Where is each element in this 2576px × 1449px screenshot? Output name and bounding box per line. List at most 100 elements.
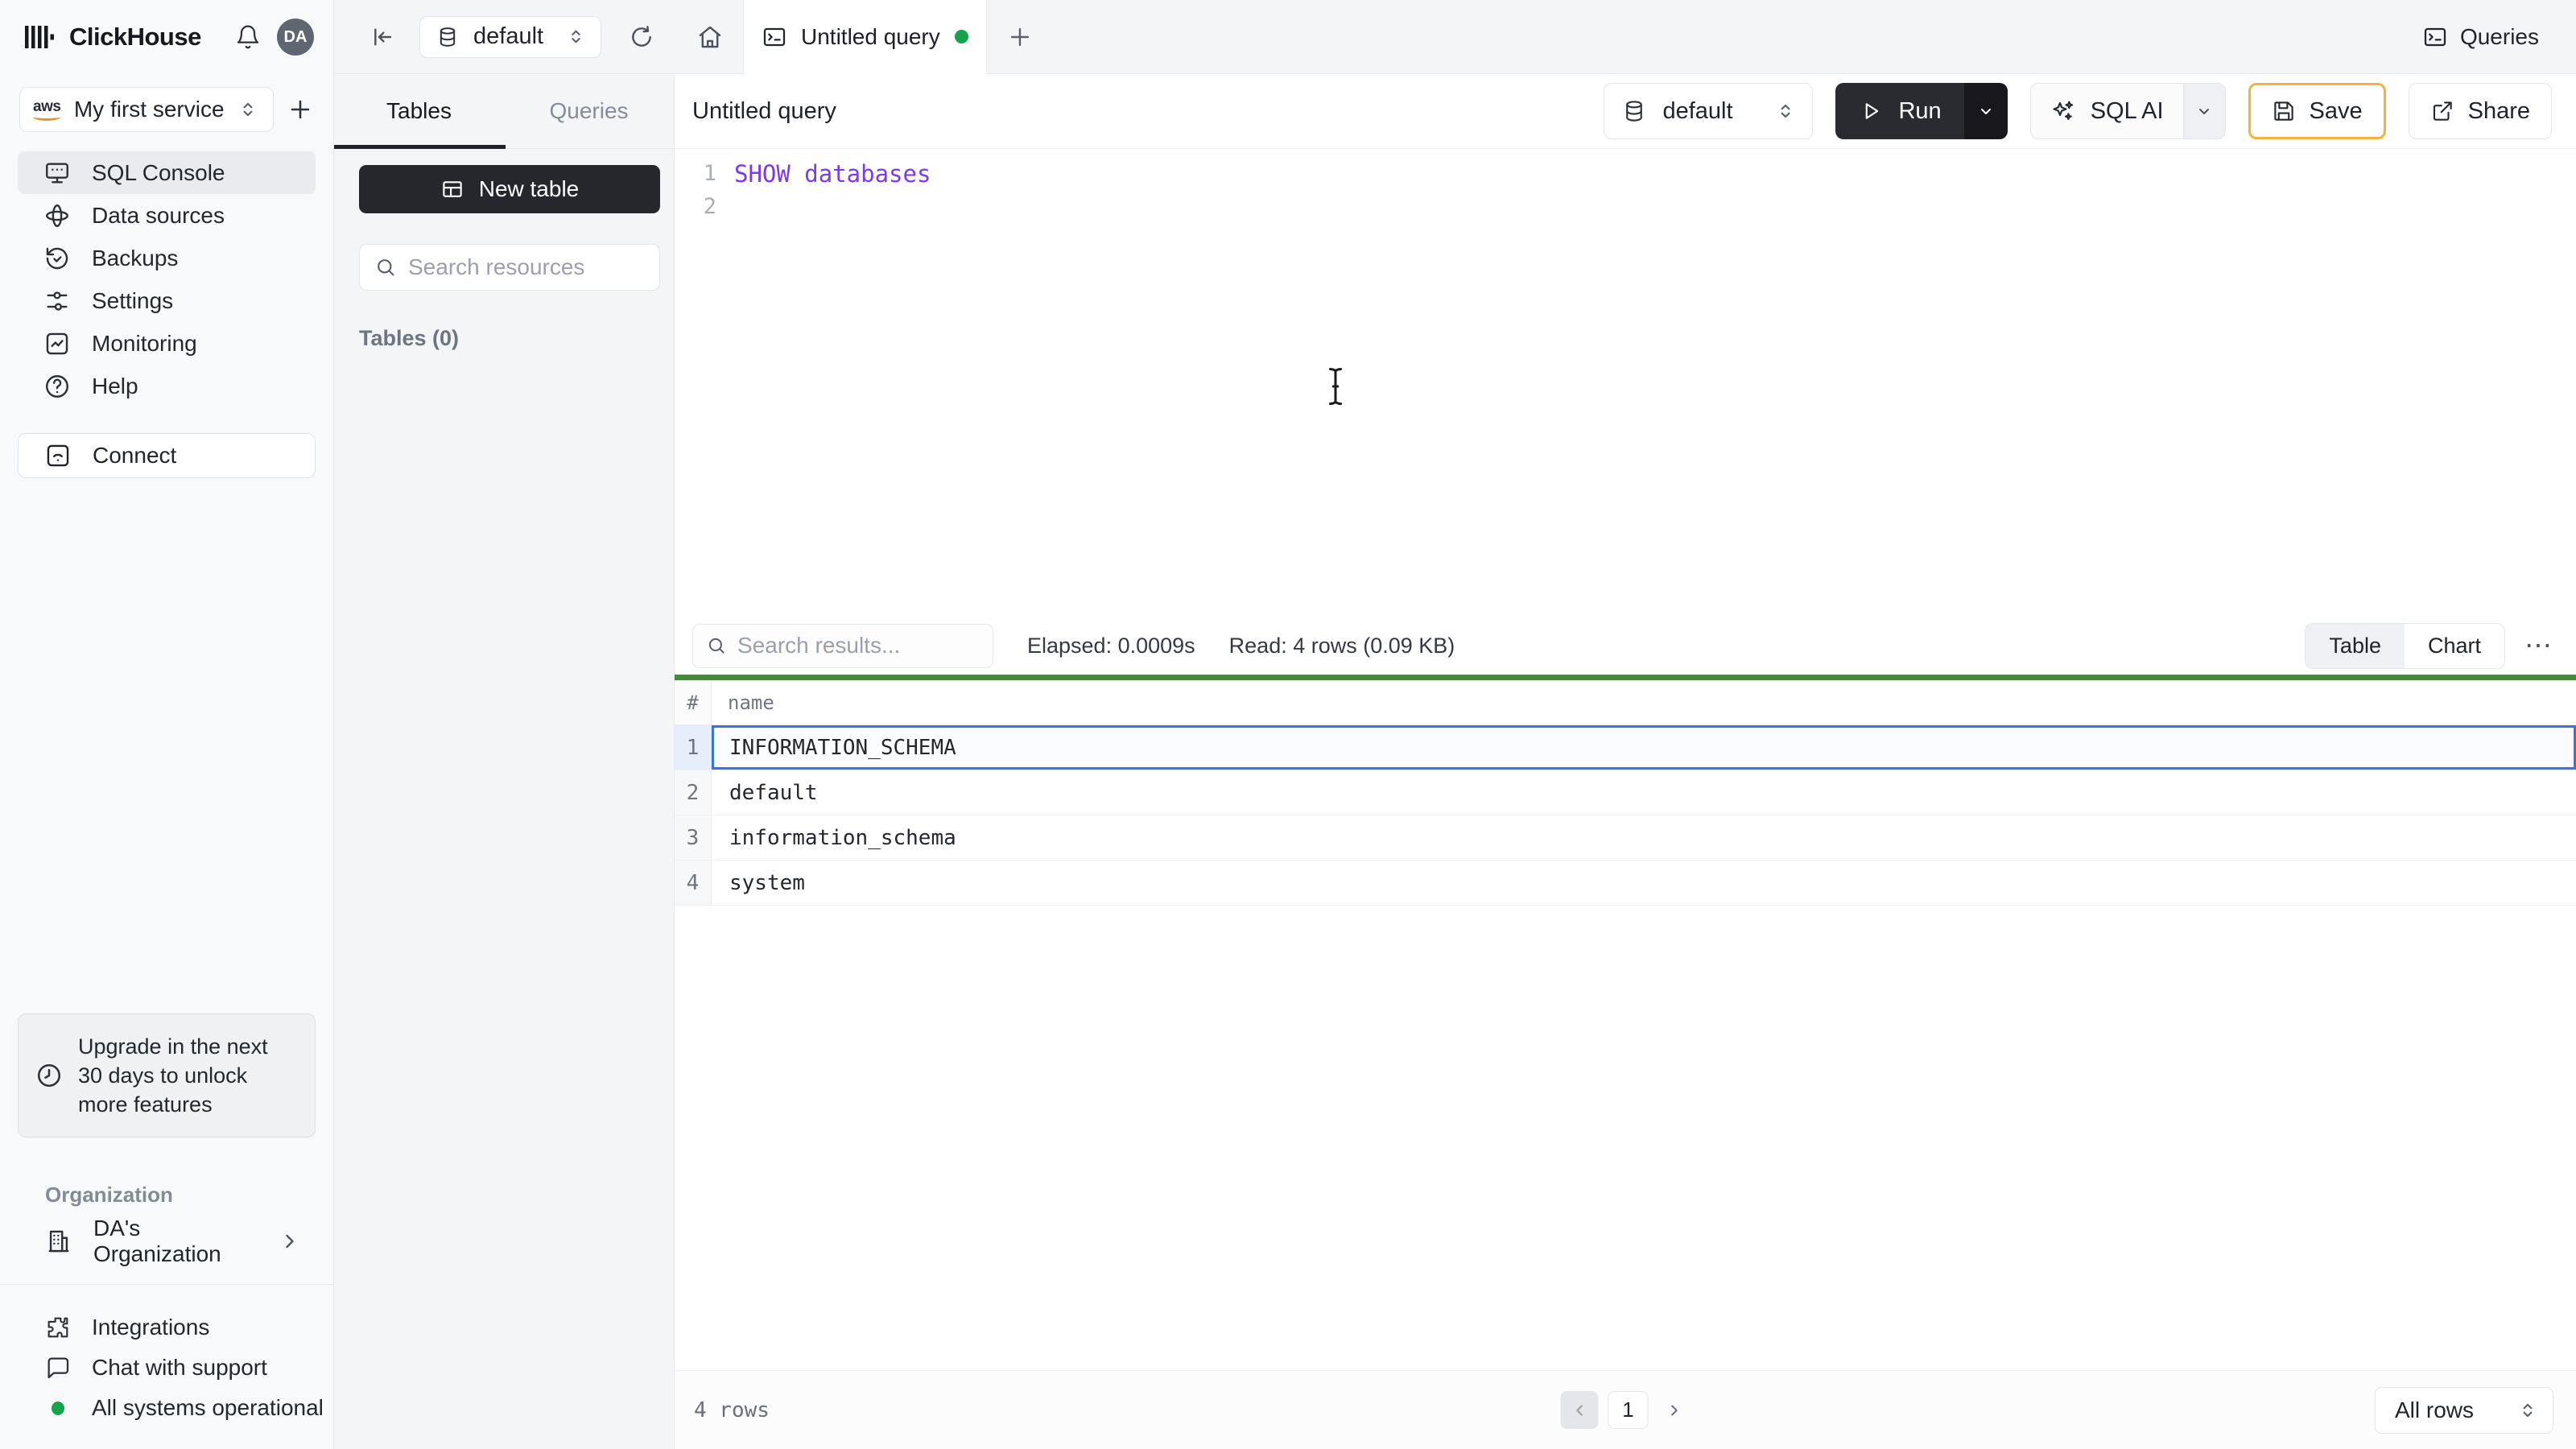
- row-value[interactable]: default: [712, 770, 2576, 815]
- sidebar-item-backups[interactable]: Backups: [18, 237, 316, 279]
- next-page-button[interactable]: [1658, 1391, 1690, 1429]
- refresh-icon[interactable]: [629, 24, 654, 50]
- save-button[interactable]: Save: [2248, 83, 2386, 139]
- add-service-button[interactable]: [287, 96, 314, 123]
- connect-label: Connect: [93, 443, 177, 468]
- system-status-link[interactable]: All systems operational: [0, 1388, 333, 1428]
- editor-line: 1 SHOW databases: [675, 157, 2576, 190]
- line-number: 1: [703, 161, 716, 186]
- resources-tabs: Tables Queries: [334, 74, 674, 149]
- elapsed-stat: Elapsed: 0.0009s: [1027, 633, 1195, 658]
- notifications-bell-icon[interactable]: [235, 24, 261, 50]
- query-title[interactable]: Untitled query: [692, 98, 1604, 125]
- organization-name: DA's Organization: [93, 1215, 221, 1266]
- query-tab[interactable]: Untitled query: [743, 0, 987, 74]
- building-icon: [45, 1228, 72, 1255]
- page-size-value: All rows: [2395, 1397, 2475, 1422]
- row-value[interactable]: information_schema: [712, 815, 2576, 860]
- sidebar-item-data-sources[interactable]: Data sources: [18, 194, 316, 237]
- share-external-icon: [2430, 99, 2454, 123]
- database-selector-strip[interactable]: default: [419, 15, 601, 58]
- history-icon: [43, 245, 71, 272]
- sidebar-item-settings[interactable]: Settings: [18, 279, 316, 322]
- upgrade-notice[interactable]: Upgrade in the next 30 days to unlock mo…: [18, 1013, 316, 1137]
- new-tab-plus-icon[interactable]: [1006, 23, 1034, 51]
- line-number: 2: [703, 194, 716, 219]
- table-row[interactable]: 4 system: [675, 861, 2576, 906]
- sql-ai-caret[interactable]: [2182, 84, 2225, 138]
- sidebar-item-sql-console[interactable]: SQL Console: [18, 151, 316, 194]
- table-row[interactable]: 1 INFORMATION_SCHEMA: [675, 725, 2576, 770]
- clickhouse-bars-icon: [23, 21, 55, 53]
- connect-icon: [44, 442, 72, 469]
- integrations-link[interactable]: Integrations: [0, 1307, 333, 1348]
- sparkles-icon: [2050, 98, 2076, 124]
- results-toolbar: Elapsed: 0.0009s Read: 4 rows (0.09 KB) …: [675, 621, 2576, 675]
- code-text: SHOW databases: [734, 159, 931, 188]
- organization-selector[interactable]: DA's Organization: [0, 1216, 333, 1266]
- chevron-updown-icon: [1775, 101, 1796, 122]
- terminal-icon: [762, 24, 787, 50]
- database-selector-query[interactable]: default: [1604, 83, 1814, 139]
- sidebar-item-label: Backups: [92, 245, 179, 270]
- new-table-button[interactable]: New table: [359, 165, 660, 213]
- table-row[interactable]: 3 information_schema: [675, 815, 2576, 861]
- sidebar-item-label: SQL Console: [92, 159, 225, 185]
- collapse-panel-icon[interactable]: [369, 24, 395, 50]
- toggle-chart[interactable]: Chart: [2405, 624, 2504, 668]
- sidebar-item-help[interactable]: Help: [18, 365, 316, 407]
- tab-queries[interactable]: Queries: [504, 74, 674, 148]
- run-button[interactable]: Run: [1835, 83, 2008, 139]
- chevron-right-icon: [279, 1230, 301, 1253]
- column-header-name[interactable]: name: [712, 680, 2576, 724]
- clickhouse-logo[interactable]: ClickHouse: [23, 21, 201, 53]
- help-circle-icon: [43, 373, 71, 400]
- sidebar-item-monitoring[interactable]: Monitoring: [18, 322, 316, 365]
- connect-button[interactable]: Connect: [18, 433, 316, 478]
- queries-button[interactable]: Queries: [2422, 24, 2539, 50]
- page-size-selector[interactable]: All rows: [2375, 1386, 2553, 1434]
- prev-page-button[interactable]: [1560, 1391, 1599, 1429]
- service-name: My first service: [73, 97, 225, 122]
- run-options-caret[interactable]: [1963, 83, 2008, 139]
- database-icon: [1622, 99, 1646, 123]
- sql-ai-button[interactable]: SQL AI: [2029, 83, 2226, 139]
- database-name: default: [473, 23, 544, 49]
- toggle-table[interactable]: Table: [2306, 623, 2405, 668]
- column-header-index: #: [675, 680, 712, 724]
- text-cursor-ibeam: [1323, 365, 1348, 408]
- row-value[interactable]: INFORMATION_SCHEMA: [712, 725, 2576, 770]
- workspace: default Untitled query Queries Tables Qu…: [334, 0, 2576, 1449]
- table-row[interactable]: 2 default: [675, 770, 2576, 815]
- read-stat: Read: 4 rows (0.09 KB): [1228, 633, 1455, 658]
- query-header: Untitled query default Run SQL AI Save S…: [675, 74, 2576, 149]
- service-selector[interactable]: aws My first service: [19, 87, 274, 132]
- row-value[interactable]: system: [712, 861, 2576, 905]
- view-toggle: Table Chart: [2305, 622, 2505, 669]
- tab-tables[interactable]: Tables: [334, 74, 504, 148]
- home-icon[interactable]: [696, 23, 724, 51]
- editor-line: 2: [675, 190, 2576, 223]
- sql-ai-label: SQL AI: [2090, 97, 2164, 124]
- current-page[interactable]: 1: [1608, 1391, 1649, 1429]
- search-results-input[interactable]: [737, 633, 980, 658]
- avatar[interactable]: DA: [277, 19, 314, 56]
- sidebar-item-label: Help: [92, 373, 138, 398]
- row-number: 4: [675, 861, 712, 905]
- new-table-label: New table: [478, 176, 580, 201]
- share-button[interactable]: Share: [2408, 83, 2552, 139]
- chat-support-link[interactable]: Chat with support: [0, 1348, 333, 1388]
- monitor-icon: [43, 159, 71, 187]
- search-resources-input[interactable]: [408, 254, 645, 280]
- results-more-menu[interactable]: ⋯: [2524, 632, 2553, 659]
- database-name: default: [1662, 97, 1733, 124]
- top-tab-strip: default Untitled query Queries: [334, 0, 2576, 74]
- aws-logo-icon: aws: [33, 99, 61, 121]
- system-status-label: All systems operational: [92, 1395, 324, 1420]
- sidebar-item-label: Settings: [92, 287, 174, 313]
- orbit-icon: [43, 202, 71, 229]
- sql-editor[interactable]: 1 SHOW databases 2: [675, 149, 2576, 621]
- search-icon: [706, 635, 727, 656]
- sliders-icon: [43, 287, 71, 315]
- resources-search: [359, 244, 660, 291]
